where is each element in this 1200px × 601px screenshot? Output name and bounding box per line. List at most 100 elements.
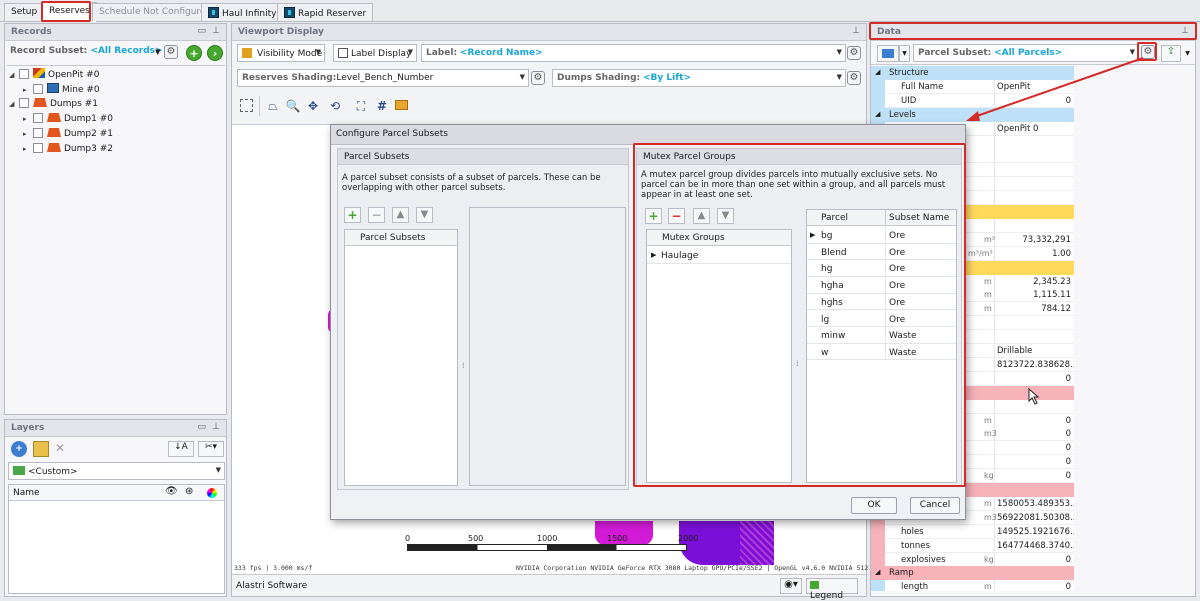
next-record-icon[interactable]: › <box>207 45 223 61</box>
dumps-checkbox[interactable] <box>19 98 29 108</box>
tree-item-dump1[interactable]: ▸ Dump1 #0 <box>23 113 113 128</box>
subset-cell[interactable]: Ore <box>889 231 905 241</box>
grid-row-value: Drillable <box>997 346 1033 356</box>
chevron-down-icon[interactable]: ▼ <box>1182 45 1193 62</box>
grid-icon[interactable]: # <box>374 98 390 114</box>
table-row[interactable]: ▶ bg Ore <box>807 227 956 244</box>
dump1-checkbox[interactable] <box>33 113 43 123</box>
label-display-dropdown[interactable]: Label Display ▼ <box>333 44 417 62</box>
move-down-icon[interactable]: ▼ <box>416 207 433 223</box>
tab-haul-infinity[interactable]: Haul Infinity <box>201 3 284 21</box>
grid-row-value: 73,332,291 <box>1022 234 1071 245</box>
color-wheel-icon[interactable] <box>207 488 217 498</box>
tools-icon[interactable]: ✂▾ <box>198 441 224 457</box>
grid-row[interactable]: length m 0 <box>871 580 1074 591</box>
pin-icon[interactable]: ⊥ <box>852 26 860 36</box>
grid-row[interactable]: explosives kg 0 <box>871 552 1074 567</box>
restore-icon[interactable]: ▭ <box>197 422 206 432</box>
mine-checkbox[interactable] <box>33 84 43 94</box>
subset-cell[interactable]: Waste <box>889 331 917 341</box>
fit-view-icon[interactable]: ⛶ <box>353 98 369 114</box>
remove-mutex-group-icon[interactable]: − <box>668 208 685 224</box>
gear-icon[interactable]: ⚙ <box>531 71 545 85</box>
grid-row[interactable]: tonnes 164774468.3740... <box>871 538 1074 553</box>
splitter-handle[interactable]: ⁞ <box>462 361 465 370</box>
mutex-parcel-groups: Mutex Parcel Groups A mutex parcel group… <box>636 148 962 486</box>
polygon-select-icon[interactable]: ⏢ <box>265 98 281 114</box>
remove-parcel-subset-icon[interactable]: − <box>368 207 385 223</box>
dump3-checkbox[interactable] <box>33 143 43 153</box>
dumps-shading-dropdown[interactable]: Dumps Shading: <By Lift> ▼ <box>552 69 846 87</box>
gear-icon[interactable]: ⚙ <box>847 71 861 85</box>
zoom-icon[interactable]: 🔍 <box>285 98 301 114</box>
subset-cell[interactable]: Ore <box>889 248 905 258</box>
grid-row[interactable]: holes 149525.1921676... <box>871 524 1074 539</box>
subset-cell[interactable]: Ore <box>889 264 905 274</box>
grid-section[interactable]: ◢ Ramp <box>871 566 1074 581</box>
pan-icon[interactable]: ✥ <box>305 98 321 114</box>
label-prefix: Label: <box>426 48 458 58</box>
mutex-header: Mutex Parcel Groups <box>637 149 961 165</box>
eye-icon[interactable]: 👁 <box>165 486 178 497</box>
tab-reserves[interactable]: Reserves <box>42 2 97 22</box>
tab-schedule[interactable]: Schedule Not Configured <box>92 3 219 21</box>
export-icon[interactable]: ⇪ <box>1161 45 1181 62</box>
tree-item-mine[interactable]: ▸ Mine #0 <box>23 83 100 98</box>
delete-layer-icon[interactable]: ✕ <box>55 441 71 457</box>
restore-icon[interactable]: ▭ <box>197 26 206 36</box>
tab-rapid-reserver[interactable]: Rapid Reserver <box>277 3 374 21</box>
grid-row-label: tonnes <box>901 540 930 551</box>
add-folder-icon[interactable] <box>33 441 49 457</box>
chevron-down-icon[interactable]: ▼ <box>899 45 910 62</box>
tree-item-dump3[interactable]: ▸ Dump3 #2 <box>23 143 113 158</box>
table-row[interactable]: lg Ore <box>807 310 956 328</box>
data-view-icon[interactable] <box>877 45 899 62</box>
tree-item-dump2[interactable]: ▸ Dump2 #1 <box>23 128 113 143</box>
gear-icon[interactable]: ⚙ <box>164 45 178 59</box>
visibility-mode-dropdown[interactable]: Visibility Mode ▼ <box>237 44 325 62</box>
subset-cell[interactable]: Waste <box>889 348 917 358</box>
select-box-icon[interactable] <box>240 99 253 112</box>
ruler-icon[interactable] <box>395 100 408 110</box>
chevron-down-icon[interactable]: ▼ <box>155 48 160 56</box>
move-down-icon[interactable]: ▼ <box>717 208 734 224</box>
openpit-checkbox[interactable] <box>19 69 29 79</box>
subset-cell[interactable]: Ore <box>889 315 905 325</box>
table-row[interactable]: hghs Ore <box>807 293 956 311</box>
sort-icon[interactable]: ↓A <box>168 441 194 457</box>
cancel-button[interactable]: Cancel <box>910 497 960 514</box>
list-item[interactable]: ▶ Haulage <box>647 247 791 264</box>
add-parcel-subset-icon[interactable]: + <box>344 207 361 223</box>
table-row[interactable]: hgha Ore <box>807 277 956 294</box>
table-row[interactable]: minw Waste <box>807 327 956 344</box>
ok-button[interactable]: OK <box>851 497 897 514</box>
subset-cell[interactable]: Ore <box>889 281 905 291</box>
move-up-icon[interactable]: ▲ <box>392 207 409 223</box>
globe-icon[interactable]: ◉▾ <box>780 578 802 594</box>
add-layer-icon[interactable]: + <box>11 441 27 457</box>
pin-icon[interactable]: ⊥ <box>212 422 220 432</box>
splitter-handle[interactable]: ⁞ <box>796 359 799 368</box>
gear-icon[interactable]: ⚙ <box>847 46 861 60</box>
pin-icon[interactable]: ⊥ <box>1181 26 1189 36</box>
move-up-icon[interactable]: ▲ <box>693 208 710 224</box>
record-subset-value[interactable]: <All Records> <box>90 46 162 56</box>
tab-setup[interactable]: Setup <box>4 3 45 21</box>
legend-button[interactable]: Legend <box>806 578 858 601</box>
dump2-checkbox[interactable] <box>33 128 43 138</box>
add-mutex-group-icon[interactable]: + <box>645 208 662 224</box>
pin-icon[interactable]: ⊥ <box>212 26 220 36</box>
table-row[interactable]: hg Ore <box>807 260 956 277</box>
reserves-shading-dropdown[interactable]: Reserves Shading:Level_Bench_Number ▼ <box>237 69 529 87</box>
add-record-icon[interactable]: + <box>186 45 202 61</box>
table-row[interactable]: w Waste <box>807 343 956 361</box>
tree-item-openpit[interactable]: ◢ OpenPit #0 <box>9 68 99 83</box>
company-label: Alastri Software <box>236 581 308 591</box>
tree-item-dumps[interactable]: ◢ Dumps #1 <box>9 98 98 113</box>
rotate-icon[interactable]: ⟲ <box>327 98 343 114</box>
table-row[interactable]: Blend Ore <box>807 243 956 261</box>
wireframe-icon[interactable]: ⊛ <box>185 486 193 497</box>
layer-preset-combo[interactable]: <Custom> ▼ <box>8 462 225 480</box>
subset-cell[interactable]: Ore <box>889 298 905 308</box>
label-dropdown[interactable]: Label: <Record Name> ▼ <box>421 44 846 62</box>
